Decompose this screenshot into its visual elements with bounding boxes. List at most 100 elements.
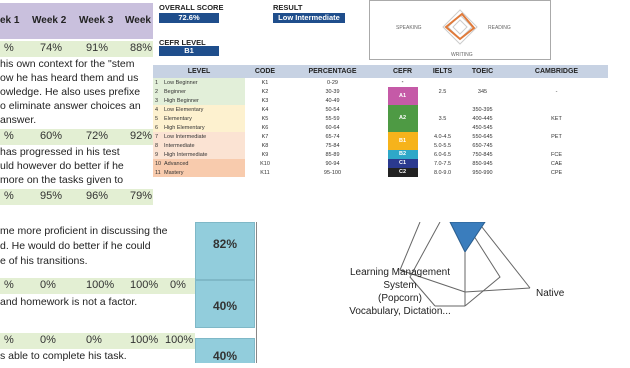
comment-line[interactable]: has progressed in his test: [0, 145, 120, 159]
score-cell[interactable]: 100%: [130, 334, 158, 346]
comment-line[interactable]: and homework is not a factor.: [0, 295, 137, 309]
level-name-cell: 3 High Beginner: [153, 96, 245, 105]
score-cell[interactable]: 96%: [86, 190, 108, 202]
score-cell[interactable]: 100%: [165, 334, 193, 346]
level-row[interactable]: 4 Low Elementary K4 50-54 A2 350-395: [153, 105, 608, 132]
cambridge-cell: PET: [551, 133, 562, 140]
col-header: CEFR: [380, 65, 425, 78]
level-code-cell: K11: [260, 169, 270, 176]
level-number: 10: [155, 160, 162, 167]
score-cell[interactable]: 72%: [86, 130, 108, 142]
level-name-cell: 5 Elementary: [153, 114, 245, 123]
comment-line[interactable]: owledge. He also uses prefixe: [0, 85, 140, 99]
cefr-badge: A1: [387, 87, 418, 105]
score-cell[interactable]: %: [4, 42, 14, 54]
score-cell[interactable]: %: [4, 279, 14, 291]
radar-grid-line: [399, 221, 421, 271]
radar-chart: Learning Management System (Popcorn) Voc…: [300, 221, 580, 363]
result-label: RESULT: [273, 3, 303, 12]
comment-line[interactable]: more on the tasks given to: [0, 173, 123, 187]
score-cell[interactable]: 0%: [40, 279, 56, 291]
score-cell[interactable]: 60%: [40, 130, 62, 142]
comment-line[interactable]: s able to complete his task.: [0, 349, 127, 363]
level-name-cell: 7 Low Intermediate: [153, 132, 245, 141]
toeic-cell: 345: [477, 88, 488, 95]
score-cell[interactable]: 74%: [40, 42, 62, 54]
score-cell[interactable]: 100%: [130, 279, 158, 291]
cefr-level-value[interactable]: B1: [159, 46, 219, 56]
week-header[interactable]: ek 1: [0, 15, 19, 26]
level-number: 9: [155, 151, 159, 158]
cefr-badge: A2: [387, 105, 418, 132]
score-cell[interactable]: %: [4, 130, 14, 142]
level-percentage-cell: 75-84: [325, 142, 340, 149]
cefr-cell: C1: [380, 159, 425, 168]
level-row[interactable]: 2 Beginner K2 30-39 A1 2.5 345 -: [153, 87, 608, 105]
col-header: CODE: [245, 65, 285, 78]
cambridge-cell: FCE: [551, 151, 562, 158]
cefr-cell: C2: [380, 168, 425, 177]
radar-grid-ring: [452, 19, 468, 35]
level-row[interactable]: 10 Advanced K10 90-94 C1 7.0-7.5 850-945 CAE: [153, 159, 608, 168]
cambridge-cell: KET: [551, 115, 562, 122]
score-cell[interactable]: 0%: [86, 334, 102, 346]
level-name: Beginner: [164, 88, 187, 95]
toeic-cell: 400-445: [472, 115, 493, 122]
level-name-cell: 8 Intermediate: [153, 141, 245, 150]
score-row: % 0% 0% 100% 100%: [0, 333, 195, 349]
level-name: Elementary: [164, 115, 192, 122]
comment-line[interactable]: o eliminate answer choices an: [0, 99, 141, 113]
level-name-cell: 9 High Intermediate: [153, 150, 245, 159]
week-header[interactable]: Week 2: [32, 15, 66, 26]
comment-line[interactable]: d. He would do better if he could: [0, 239, 151, 253]
level-code-cell: K1: [261, 79, 269, 86]
ielts-cell: 2.5: [438, 88, 447, 95]
level-number: 5: [155, 115, 159, 122]
score-cell[interactable]: 79%: [130, 190, 152, 202]
level-row[interactable]: 7 Low Intermediate K7 65-74 B1 4.0-4.5 550-645…: [153, 132, 608, 150]
level-code-cell: K6: [261, 124, 269, 131]
level-code-cell: K10: [260, 160, 270, 167]
score-cell[interactable]: 92%: [130, 130, 152, 142]
result-value[interactable]: Low Intermediate: [273, 13, 345, 23]
level-name-cell: 10 Advanced: [153, 159, 245, 168]
level-table: LEVEL CODE PERCENTAGE CEFR IELTS TOEIC C…: [153, 65, 608, 177]
score-cell[interactable]: %: [4, 334, 14, 346]
level-row[interactable]: 9 High Intermediate K9 85-89 B2 6.0-6.5 750-84…: [153, 150, 608, 159]
week-header-row: ek 1 Week 2 Week 3 Week: [0, 3, 153, 39]
score-cell[interactable]: 0%: [170, 279, 186, 291]
ielts-cell: [425, 105, 460, 114]
ielts-cell: 4.0-4.5: [433, 133, 452, 140]
level-percentage-cell: 95-100: [323, 169, 342, 176]
score-cell[interactable]: %: [4, 190, 14, 202]
level-name: Intermediate: [164, 142, 195, 149]
ielts-cell: 6.0-6.5: [433, 151, 452, 158]
skills-radar: SPEAKING READING WRITING: [369, 0, 551, 60]
total-cell[interactable]: 40%: [195, 280, 255, 328]
total-cell[interactable]: 82%: [195, 222, 255, 280]
comment-line[interactable]: uld however do better if he: [0, 159, 124, 173]
comment-line[interactable]: e of his transitions.: [0, 254, 88, 268]
cambridge-cell: [505, 105, 608, 114]
week-header[interactable]: Week 3: [79, 15, 113, 26]
comment-line[interactable]: ow he has heard them and us: [0, 71, 138, 85]
week-header[interactable]: Week: [125, 15, 151, 26]
overall-score-value[interactable]: 72.6%: [159, 13, 219, 23]
toeic-cell: 750-845: [472, 151, 493, 158]
level-code-cell: K5: [261, 115, 269, 122]
level-row[interactable]: 11 Mastery K11 95-100 C2 8.0-9.0 950-990 CPE: [153, 168, 608, 177]
comment-line[interactable]: me more proficient in discussing the: [0, 224, 168, 238]
total-cell[interactable]: 40%: [195, 338, 255, 363]
radar-data-area: [449, 221, 486, 253]
score-cell[interactable]: 91%: [86, 42, 108, 54]
cambridge-cell: -: [555, 88, 558, 95]
comment-line[interactable]: answer.: [0, 113, 36, 127]
cefr-badge: -: [387, 78, 418, 87]
comment-line[interactable]: his own context for the "stem: [0, 57, 134, 71]
score-cell[interactable]: 100%: [86, 279, 114, 291]
level-row[interactable]: 1 Low Beginner K1 0-29 -: [153, 78, 608, 87]
score-cell[interactable]: 88%: [130, 42, 152, 54]
score-cell[interactable]: 0%: [40, 334, 56, 346]
level-number: 8: [155, 142, 159, 149]
score-cell[interactable]: 95%: [40, 190, 62, 202]
